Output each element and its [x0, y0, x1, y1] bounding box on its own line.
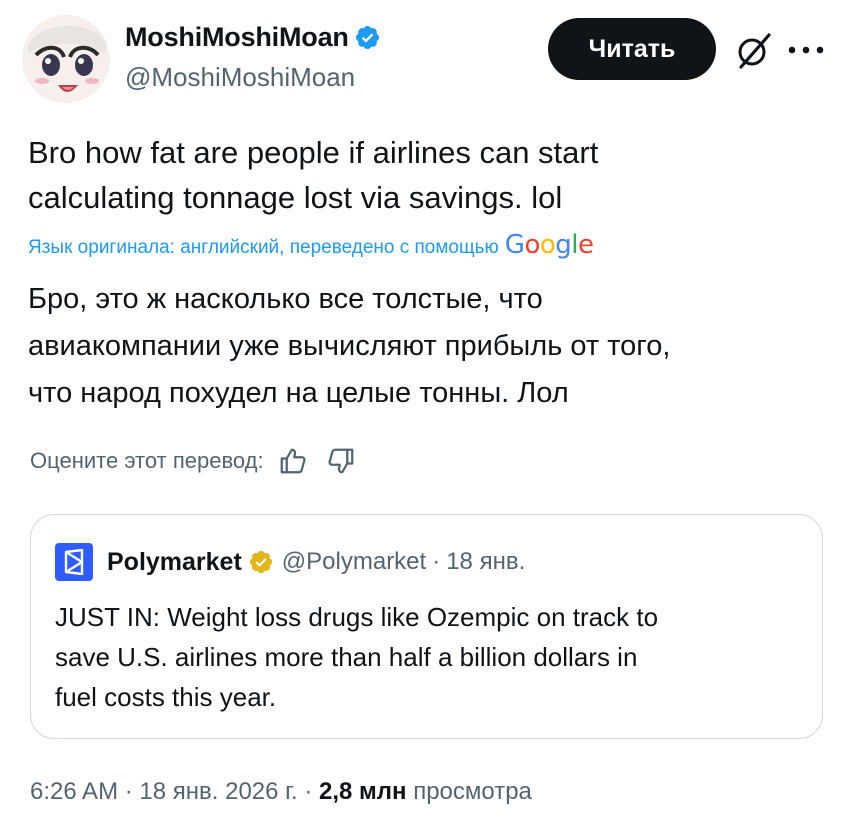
- quoted-text-line: fuel costs this year.: [55, 682, 277, 712]
- gold-verified-badge-icon: [249, 550, 272, 574]
- translation-note[interactable]: Язык оригинала: английский, переведено с…: [28, 237, 499, 259]
- tweet-text-line: calculating tonnage lost via savings. lo…: [28, 180, 563, 215]
- author-handle[interactable]: @MoshiMoshiMoan: [125, 62, 355, 93]
- translated-text-line: что народ похудел на целые тонны. Лол: [28, 377, 569, 409]
- translated-text-line: Бро, это ж насколько все толстые, что: [28, 283, 543, 315]
- polymarket-avatar[interactable]: [55, 543, 93, 581]
- views-count[interactable]: 2,8 млн: [319, 778, 407, 805]
- quoted-text-line: JUST IN: Weight loss drugs like Ozempic …: [55, 602, 659, 632]
- thumb-up-icon[interactable]: [278, 446, 308, 476]
- quoted-tweet-header: Polymarket @Polymarket · 18 янв.: [55, 543, 525, 581]
- quoted-tweet-card[interactable]: Polymarket @Polymarket · 18 янв. JUST IN…: [30, 514, 823, 739]
- grok-icon[interactable]: [733, 31, 773, 71]
- translated-text-line: авиакомпании уже вычисляют прибыль от то…: [28, 330, 671, 362]
- translation-attribution[interactable]: Язык оригинала: английский, переведено с…: [28, 230, 594, 260]
- anime-avatar-image: [22, 15, 110, 103]
- rate-translation-label: Оцените этот перевод:: [30, 448, 264, 473]
- tweet-date[interactable]: 18 янв. 2026 г.: [139, 778, 297, 805]
- read-button[interactable]: Читать: [548, 18, 716, 80]
- author-name-row[interactable]: MoshiMoshiMoan: [125, 22, 381, 53]
- tweet-text-line: Bro how fat are people if airlines can s…: [28, 135, 599, 170]
- verified-badge-icon: [355, 25, 379, 50]
- rate-translation-row: Оцените этот перевод:: [30, 446, 356, 476]
- tweet-time[interactable]: 6:26 AM: [30, 778, 118, 805]
- quoted-author-handle[interactable]: @Polymarket: [282, 548, 426, 576]
- quoted-text-line: save U.S. airlines more than half a bill…: [55, 642, 638, 672]
- separator-dot: ·: [124, 778, 133, 805]
- more-icon[interactable]: [786, 44, 826, 56]
- polymarket-logo-icon: [64, 549, 84, 575]
- separator-dot: ·: [304, 778, 313, 805]
- views-label: просмотра: [413, 778, 532, 805]
- separator-dot: ·: [432, 548, 441, 575]
- avatar[interactable]: [22, 15, 110, 103]
- tweet-meta-row: 6:26 AM · 18 янв. 2026 г. · 2,8 млн прос…: [30, 778, 532, 806]
- author-display-name[interactable]: MoshiMoshiMoan: [125, 22, 349, 53]
- quoted-author-name[interactable]: Polymarket: [107, 548, 242, 577]
- translated-text: Бро, это ж насколько все толстые, что ав…: [28, 276, 818, 417]
- thumb-down-icon[interactable]: [326, 446, 356, 476]
- quoted-tweet-text: JUST IN: Weight loss drugs like Ozempic …: [55, 597, 795, 717]
- google-logo: Google: [504, 230, 594, 260]
- quoted-tweet-date[interactable]: 18 янв.: [446, 548, 525, 576]
- tweet-text: Bro how fat are people if airlines can s…: [28, 130, 818, 220]
